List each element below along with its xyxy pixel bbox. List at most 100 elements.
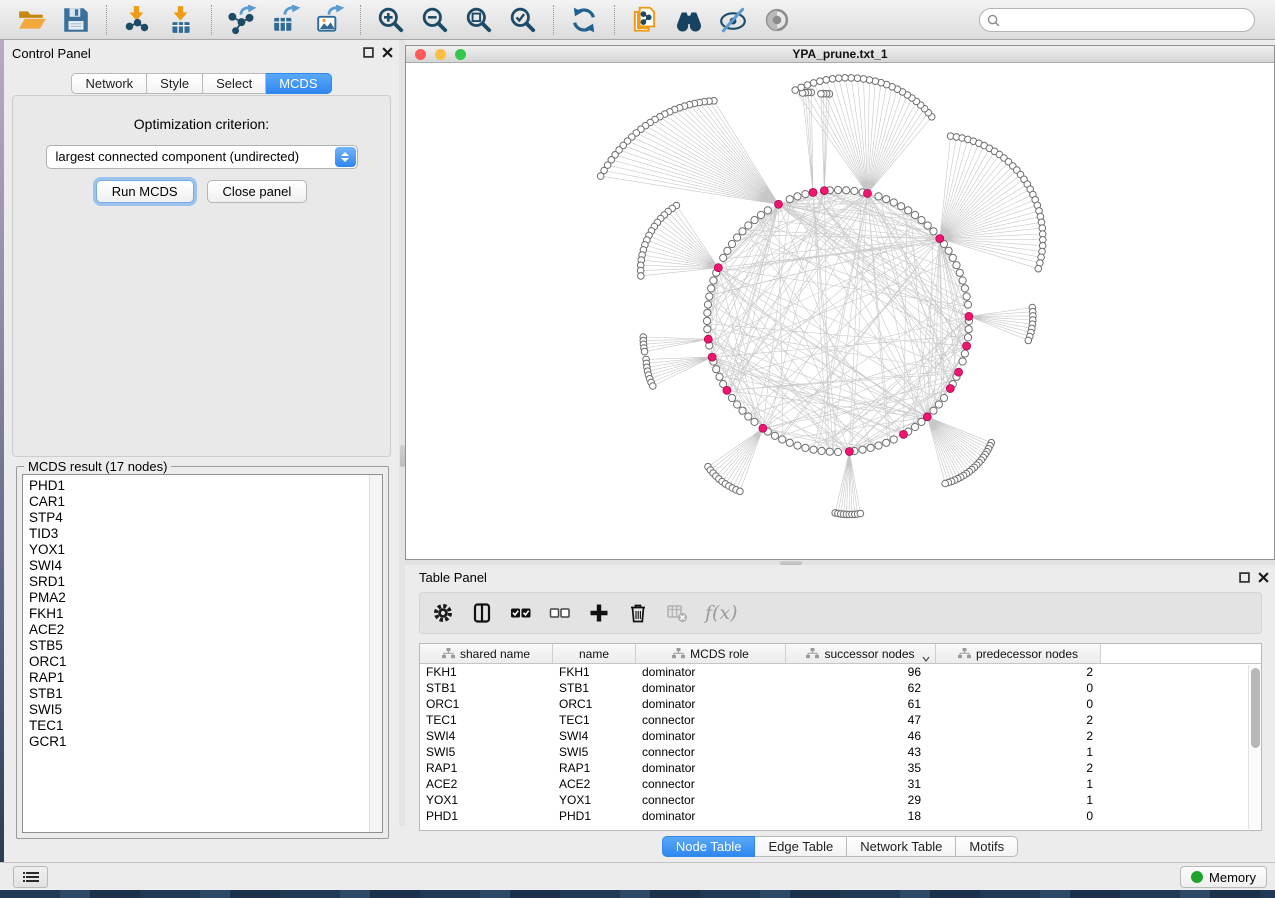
function-builder-icon[interactable]: f(x) <box>705 602 738 624</box>
import-table-icon[interactable] <box>166 5 196 35</box>
cell-predecessor-nodes[interactable]: 0 <box>936 680 1101 696</box>
search-input[interactable] <box>1005 10 1254 30</box>
network-graph[interactable] <box>406 63 1274 559</box>
cell-MCDS-role[interactable]: dominator <box>636 680 786 696</box>
result-node-item[interactable]: TID3 <box>29 526 382 542</box>
show-columns-icon[interactable] <box>471 602 493 624</box>
cell-successor-nodes[interactable]: 35 <box>786 760 936 776</box>
cell-predecessor-nodes[interactable]: 1 <box>936 792 1101 808</box>
result-node-item[interactable]: SWI4 <box>29 558 382 574</box>
tab-motifs[interactable]: Motifs <box>956 836 1018 857</box>
tab-network-table[interactable]: Network Table <box>847 836 956 857</box>
open-session-icon[interactable] <box>17 5 47 35</box>
result-node-item[interactable]: ACE2 <box>29 622 382 638</box>
column-header-predecessor-nodes[interactable]: predecessor nodes <box>936 644 1101 663</box>
cell-MCDS-role[interactable]: connector <box>636 712 786 728</box>
result-node-item[interactable]: CAR1 <box>29 494 382 510</box>
cell-successor-nodes[interactable]: 29 <box>786 792 936 808</box>
cell-MCDS-role[interactable]: dominator <box>636 728 786 744</box>
cell-name[interactable]: ORC1 <box>553 696 636 712</box>
cell-name[interactable]: ACE2 <box>553 776 636 792</box>
close-panel-icon[interactable] <box>1258 572 1269 583</box>
criterion-dropdown[interactable]: largest connected component (undirected) <box>46 145 358 169</box>
result-node-item[interactable]: RAP1 <box>29 670 382 686</box>
maximize-window-icon[interactable] <box>455 49 466 60</box>
result-list-scrollbar[interactable] <box>369 475 382 832</box>
refresh-layout-icon[interactable] <box>569 5 599 35</box>
cell-successor-nodes[interactable]: 46 <box>786 728 936 744</box>
select-all-icon[interactable] <box>510 602 532 624</box>
cell-MCDS-role[interactable]: dominator <box>636 696 786 712</box>
zoom-in-icon[interactable] <box>376 5 406 35</box>
result-node-item[interactable]: STB1 <box>29 686 382 702</box>
table-settings-icon[interactable] <box>432 602 454 624</box>
result-node-item[interactable]: SWI5 <box>29 702 382 718</box>
search-box[interactable] <box>979 8 1255 32</box>
cell-predecessor-nodes[interactable]: 2 <box>936 760 1101 776</box>
result-node-item[interactable]: FKH1 <box>29 606 382 622</box>
close-window-icon[interactable] <box>415 49 426 60</box>
cell-shared-name[interactable]: STB1 <box>420 680 553 696</box>
cell-shared-name[interactable]: RAP1 <box>420 760 553 776</box>
tab-style[interactable]: Style <box>147 73 203 94</box>
result-node-item[interactable]: TEC1 <box>29 718 382 734</box>
tab-mcds[interactable]: MCDS <box>266 73 331 94</box>
zoom-out-icon[interactable] <box>420 5 450 35</box>
cell-MCDS-role[interactable]: dominator <box>636 808 786 824</box>
tab-node-table[interactable]: Node Table <box>662 836 756 857</box>
result-node-item[interactable]: YOX1 <box>29 542 382 558</box>
delete-table-icon[interactable] <box>666 602 688 624</box>
close-panel-button[interactable]: Close panel <box>207 180 308 203</box>
export-network-icon[interactable] <box>227 5 257 35</box>
cell-successor-nodes[interactable]: 31 <box>786 776 936 792</box>
table-row[interactable]: ORC1ORC1dominator610 <box>420 696 1261 712</box>
table-scrollbar[interactable] <box>1248 665 1261 829</box>
cell-predecessor-nodes[interactable]: 2 <box>936 664 1101 680</box>
cell-shared-name[interactable]: TEC1 <box>420 712 553 728</box>
cell-shared-name[interactable]: YOX1 <box>420 792 553 808</box>
run-mcds-button[interactable]: Run MCDS <box>96 180 194 203</box>
result-node-item[interactable]: PHD1 <box>29 478 382 494</box>
result-node-item[interactable]: ORC1 <box>29 654 382 670</box>
cell-name[interactable]: STB1 <box>553 680 636 696</box>
cell-predecessor-nodes[interactable]: 0 <box>936 696 1101 712</box>
cell-successor-nodes[interactable]: 43 <box>786 744 936 760</box>
cell-shared-name[interactable]: ORC1 <box>420 696 553 712</box>
network-canvas[interactable] <box>406 63 1274 559</box>
table-row[interactable]: FKH1FKH1dominator962 <box>420 664 1261 680</box>
cell-shared-name[interactable]: ACE2 <box>420 776 553 792</box>
zoom-fit-icon[interactable] <box>464 5 494 35</box>
cell-successor-nodes[interactable]: 61 <box>786 696 936 712</box>
add-row-icon[interactable] <box>588 602 610 624</box>
close-panel-icon[interactable] <box>382 47 393 58</box>
cell-predecessor-nodes[interactable]: 2 <box>936 712 1101 728</box>
cell-MCDS-role[interactable]: connector <box>636 776 786 792</box>
minimize-window-icon[interactable] <box>435 49 446 60</box>
table-row[interactable]: SWI5SWI5connector431 <box>420 744 1261 760</box>
cell-MCDS-role[interactable]: dominator <box>636 760 786 776</box>
deselect-all-icon[interactable] <box>549 602 571 624</box>
column-header-MCDS-role[interactable]: MCDS role <box>636 644 786 663</box>
float-panel-icon[interactable] <box>1239 572 1250 583</box>
table-row[interactable]: PHD1PHD1dominator180 <box>420 808 1261 824</box>
network-titlebar[interactable]: YPA_prune.txt_1 <box>406 46 1274 63</box>
cell-name[interactable]: TEC1 <box>553 712 636 728</box>
cell-shared-name[interactable]: PHD1 <box>420 808 553 824</box>
cell-name[interactable]: SWI4 <box>553 728 636 744</box>
cell-name[interactable]: PHD1 <box>553 808 636 824</box>
cell-MCDS-role[interactable]: dominator <box>636 664 786 680</box>
cell-MCDS-role[interactable]: connector <box>636 792 786 808</box>
result-node-item[interactable]: STP4 <box>29 510 382 526</box>
mcds-result-list[interactable]: PHD1CAR1STP4TID3YOX1SWI4SRD1PMA2FKH1ACE2… <box>22 474 383 833</box>
cell-predecessor-nodes[interactable]: 2 <box>936 728 1101 744</box>
delete-row-icon[interactable] <box>627 602 649 624</box>
table-row[interactable]: STB1STB1dominator620 <box>420 680 1261 696</box>
tab-network[interactable]: Network <box>71 73 147 94</box>
export-table-icon[interactable] <box>271 5 301 35</box>
cell-predecessor-nodes[interactable]: 1 <box>936 776 1101 792</box>
cell-name[interactable]: YOX1 <box>553 792 636 808</box>
import-network-icon[interactable] <box>122 5 152 35</box>
table-row[interactable]: ACE2ACE2connector311 <box>420 776 1261 792</box>
result-node-item[interactable]: GCR1 <box>29 734 382 750</box>
column-header-name[interactable]: name <box>553 644 636 663</box>
